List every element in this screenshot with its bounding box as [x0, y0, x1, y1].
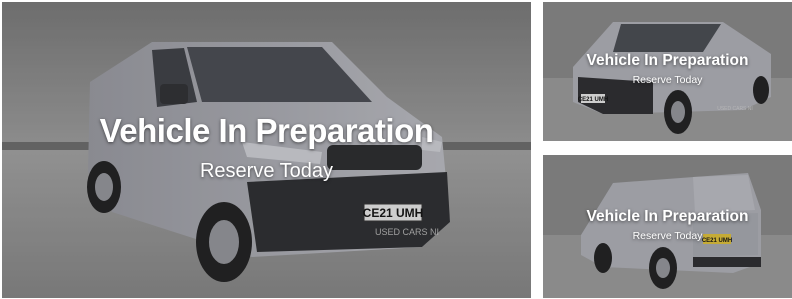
caption-title: Vehicle In Preparation: [586, 52, 749, 69]
caption-subtitle: Reserve Today: [632, 230, 703, 242]
preparation-caption: Vehicle In Preparation Reserve Today: [2, 112, 531, 183]
gallery-thumbnail-front[interactable]: CE21 UMH USED CARS NI Vehicle In Prepara…: [543, 2, 792, 141]
preparation-caption: Vehicle In Preparation Reserve Today: [543, 208, 792, 242]
caption-subtitle: Reserve Today: [632, 74, 703, 86]
gallery-main-image[interactable]: CE21 UMH USED CARS NI Vehicle In Prepara…: [2, 2, 531, 298]
preparation-caption: Vehicle In Preparation Reserve Today: [543, 52, 792, 86]
caption-title: Vehicle In Preparation: [586, 208, 749, 225]
caption-title: Vehicle In Preparation: [99, 112, 434, 149]
caption-subtitle: Reserve Today: [199, 160, 334, 182]
gallery-thumbnail-rear[interactable]: CE21 UMH Vehicle In Preparation Reserve …: [543, 155, 792, 298]
